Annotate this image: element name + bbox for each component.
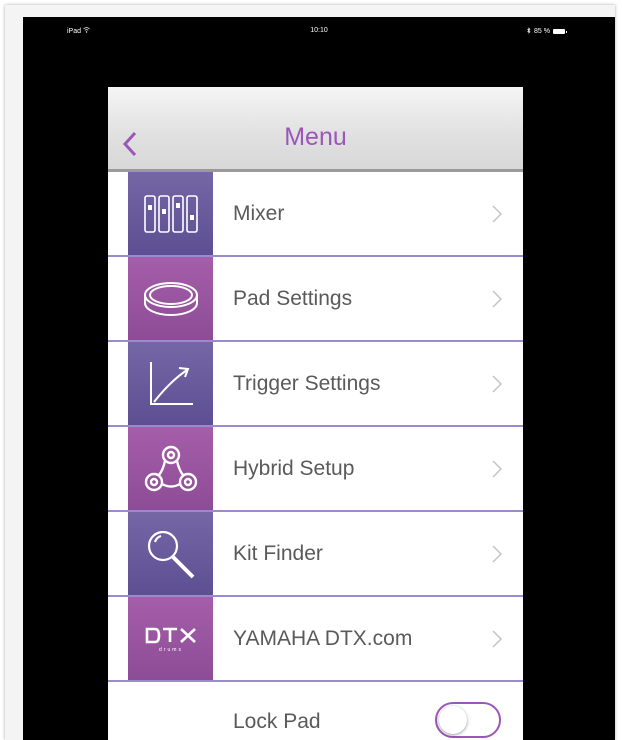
app-screen: Menu Mixer Pad Settings Trigger Settings… (108, 87, 523, 740)
menu-item-label: Trigger Settings (233, 371, 381, 395)
battery-percent: 85 % (534, 28, 550, 35)
menu-list: Mixer Pad Settings Trigger Settings Hybr… (108, 172, 523, 740)
menu-item-label: YAMAHA DTX.com (233, 626, 413, 650)
status-bar: iPad 10:10 85 % (23, 17, 615, 41)
screenshot-frame: iPad 10:10 85 % Menu Mixer Pad Settings … (5, 5, 615, 740)
lock-pad-row: Lock Pad (108, 682, 523, 740)
menu-item-yamaha-dtx[interactable]: drums YAMAHA DTX.com (108, 597, 523, 682)
dtx-logo-icon: drums (128, 597, 213, 680)
lock-pad-label: Lock Pad (233, 710, 321, 733)
toggle-knob (439, 706, 467, 734)
page-title: Menu (284, 123, 347, 151)
chevron-right-icon (492, 629, 503, 648)
menu-item-label: Hybrid Setup (233, 456, 355, 480)
menu-item-kit-finder[interactable]: Kit Finder (108, 512, 523, 597)
menu-item-pad-settings[interactable]: Pad Settings (108, 257, 523, 342)
navigation-bar: Menu (108, 87, 523, 172)
menu-item-hybrid-setup[interactable]: Hybrid Setup (108, 427, 523, 512)
mixer-icon (128, 172, 213, 255)
menu-item-mixer[interactable]: Mixer (108, 172, 523, 257)
menu-item-label: Mixer (233, 201, 285, 225)
lock-pad-toggle[interactable] (435, 702, 501, 738)
chevron-right-icon (492, 374, 503, 393)
menu-item-trigger-settings[interactable]: Trigger Settings (108, 342, 523, 427)
menu-item-label: Kit Finder (233, 541, 323, 565)
hybrid-icon (128, 427, 213, 510)
dtx-logo-subtext: drums (159, 647, 183, 653)
magnifier-icon (128, 512, 213, 595)
chevron-right-icon (492, 204, 503, 223)
ipad-screen: iPad 10:10 85 % Menu Mixer Pad Settings … (23, 17, 615, 740)
menu-item-label: Pad Settings (233, 286, 353, 310)
curve-graph-icon (128, 342, 213, 425)
battery-icon (553, 29, 567, 34)
chevron-right-icon (492, 544, 503, 563)
chevron-right-icon (492, 459, 503, 478)
chevron-right-icon (492, 289, 503, 308)
bluetooth-icon (527, 27, 531, 36)
status-right: 85 % (527, 27, 567, 36)
drum-pad-icon (128, 257, 213, 340)
